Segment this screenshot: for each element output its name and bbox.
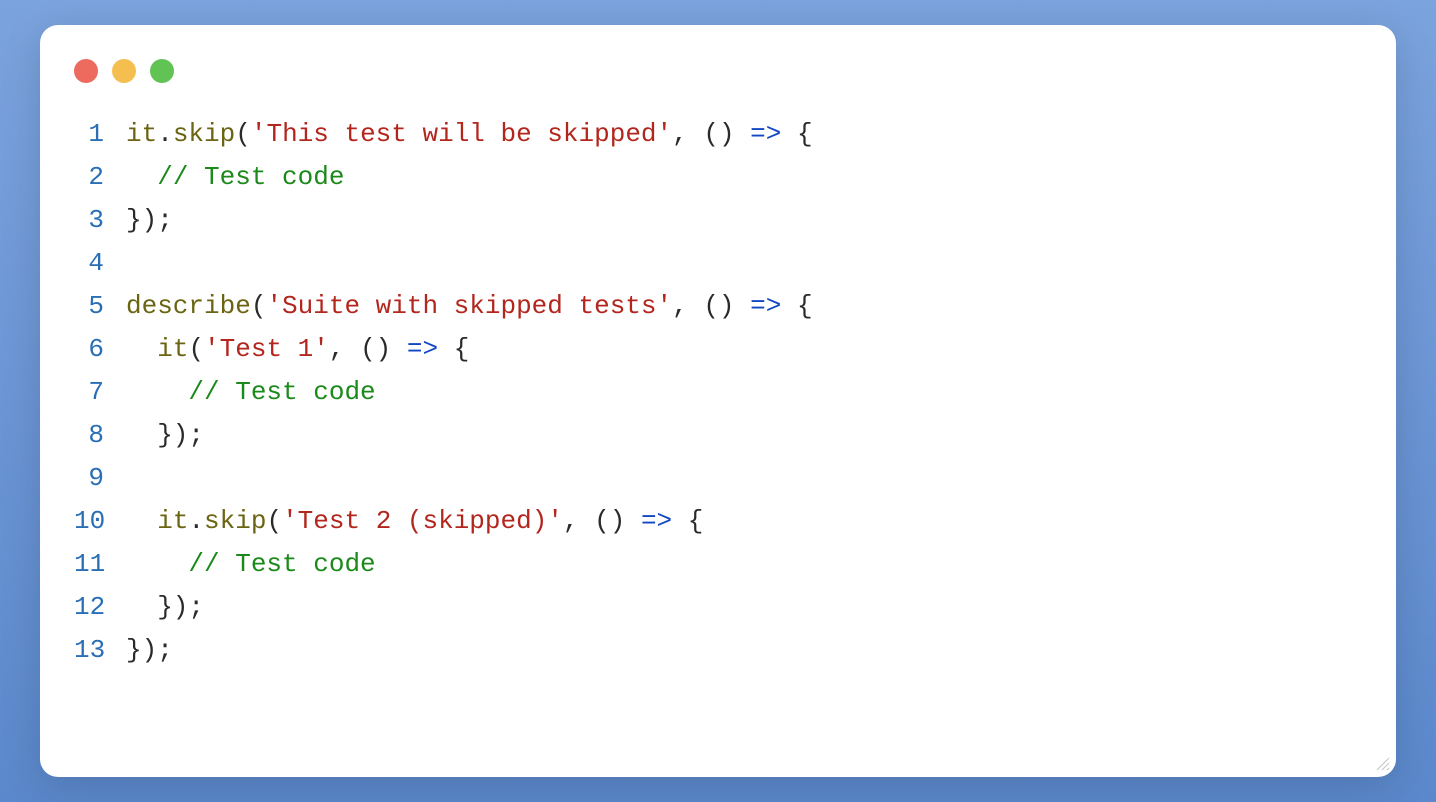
code-content[interactable]: describe('Suite with skipped tests', () …	[126, 285, 1362, 328]
window-zoom-button[interactable]	[150, 59, 174, 83]
code-content[interactable]: it.skip('This test will be skipped', () …	[126, 113, 1362, 156]
code-token: {	[438, 334, 469, 364]
code-token: (	[266, 506, 282, 536]
code-token: });	[126, 420, 204, 450]
line-number: 8	[74, 414, 126, 457]
code-line[interactable]: 8 });	[74, 414, 1362, 457]
code-token: (	[251, 291, 267, 321]
code-content[interactable]: });	[126, 586, 1362, 629]
code-token: skip	[204, 506, 266, 536]
code-token: 'Test 1'	[204, 334, 329, 364]
code-token: (	[235, 119, 251, 149]
code-token: // Test code	[157, 162, 344, 192]
code-line[interactable]: 3});	[74, 199, 1362, 242]
code-line[interactable]: 11 // Test code	[74, 543, 1362, 586]
code-token	[126, 377, 188, 407]
code-token	[126, 549, 188, 579]
code-content[interactable]: // Test code	[126, 156, 1362, 199]
code-token: // Test code	[188, 377, 375, 407]
code-token: .	[188, 506, 204, 536]
code-token: {	[781, 119, 812, 149]
code-line[interactable]: 5describe('Suite with skipped tests', ()…	[74, 285, 1362, 328]
code-token	[126, 162, 157, 192]
code-content[interactable]: it.skip('Test 2 (skipped)', () => {	[126, 500, 1362, 543]
code-token: (	[188, 334, 204, 364]
line-number: 3	[74, 199, 126, 242]
code-token: 'Suite with skipped tests'	[266, 291, 672, 321]
code-token: {	[781, 291, 812, 321]
code-token: .	[157, 119, 173, 149]
line-number: 9	[74, 457, 126, 500]
line-number: 1	[74, 113, 126, 156]
code-token: =>	[407, 334, 438, 364]
code-line[interactable]: 1it.skip('This test will be skipped', ()…	[74, 113, 1362, 156]
code-editor[interactable]: 1it.skip('This test will be skipped', ()…	[74, 113, 1362, 753]
code-token: , ()	[672, 119, 750, 149]
line-number: 12	[74, 586, 126, 629]
resize-handle-icon[interactable]	[1374, 755, 1390, 771]
code-token: describe	[126, 291, 251, 321]
line-number: 4	[74, 242, 126, 285]
code-token: =>	[750, 291, 781, 321]
code-content[interactable]	[126, 457, 1362, 500]
code-token	[126, 506, 157, 536]
code-token: =>	[641, 506, 672, 536]
code-token: });	[126, 205, 173, 235]
line-number: 11	[74, 543, 126, 586]
window-titlebar	[74, 55, 1362, 113]
code-token: =>	[750, 119, 781, 149]
code-token: it	[126, 119, 157, 149]
code-line[interactable]: 9	[74, 457, 1362, 500]
code-content[interactable]: });	[126, 629, 1362, 672]
code-content[interactable]: // Test code	[126, 371, 1362, 414]
code-token: skip	[173, 119, 235, 149]
code-line[interactable]: 6 it('Test 1', () => {	[74, 328, 1362, 371]
code-line[interactable]: 13});	[74, 629, 1362, 672]
code-content[interactable]: it('Test 1', () => {	[126, 328, 1362, 371]
code-token: 'This test will be skipped'	[251, 119, 672, 149]
code-token: // Test code	[188, 549, 375, 579]
code-line[interactable]: 4	[74, 242, 1362, 285]
line-number: 2	[74, 156, 126, 199]
code-token: , ()	[329, 334, 407, 364]
code-content[interactable]	[126, 242, 1362, 285]
code-content[interactable]: });	[126, 414, 1362, 457]
editor-window: 1it.skip('This test will be skipped', ()…	[40, 25, 1396, 777]
code-token	[126, 334, 157, 364]
line-number: 7	[74, 371, 126, 414]
code-token: });	[126, 635, 173, 665]
line-number: 6	[74, 328, 126, 371]
line-number: 5	[74, 285, 126, 328]
code-token: 'Test 2 (skipped)'	[282, 506, 563, 536]
code-token: });	[126, 592, 204, 622]
code-line[interactable]: 2 // Test code	[74, 156, 1362, 199]
line-number: 13	[74, 629, 126, 672]
code-content[interactable]: // Test code	[126, 543, 1362, 586]
code-token: , ()	[563, 506, 641, 536]
window-minimize-button[interactable]	[112, 59, 136, 83]
code-line[interactable]: 12 });	[74, 586, 1362, 629]
code-token: {	[672, 506, 703, 536]
window-close-button[interactable]	[74, 59, 98, 83]
code-line[interactable]: 7 // Test code	[74, 371, 1362, 414]
code-line[interactable]: 10 it.skip('Test 2 (skipped)', () => {	[74, 500, 1362, 543]
line-number: 10	[74, 500, 126, 543]
code-content[interactable]: });	[126, 199, 1362, 242]
code-token: , ()	[672, 291, 750, 321]
code-token: it	[157, 334, 188, 364]
code-token: it	[157, 506, 188, 536]
